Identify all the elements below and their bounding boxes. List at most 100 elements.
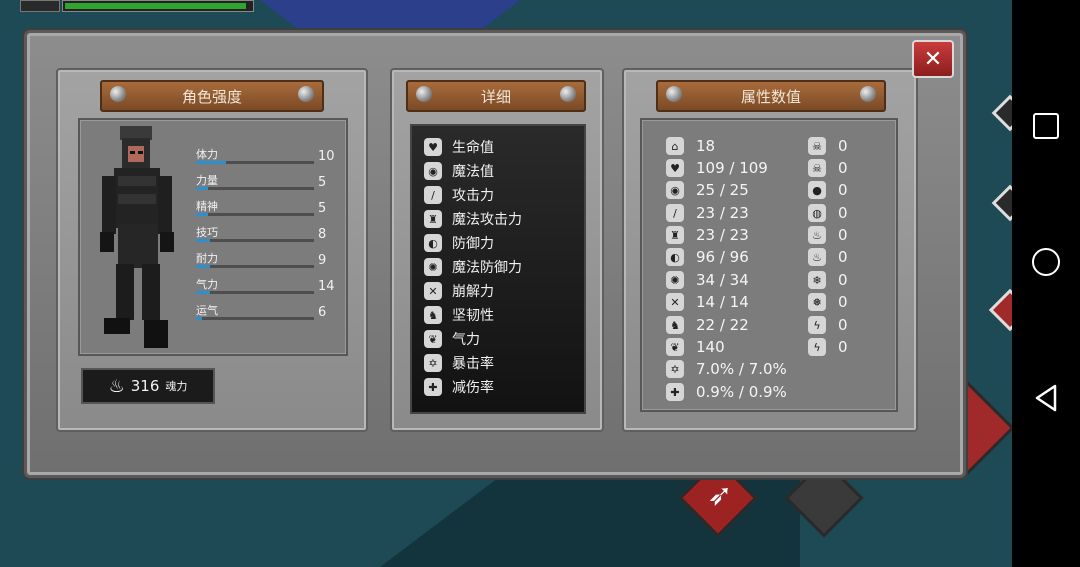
helmet-icon: ♞ — [666, 316, 684, 334]
detail-item: ✚ 减伤率 — [424, 376, 494, 398]
character-figure — [100, 126, 174, 348]
resistance-row: ● 0 — [808, 180, 848, 200]
fire-icon: ♨ — [808, 226, 826, 244]
attribute-row: ✕ 14 / 14 — [666, 292, 749, 312]
back-button[interactable] — [1026, 378, 1066, 418]
detail-item: / 攻击力 — [424, 184, 494, 206]
hp-bar-fill — [65, 3, 246, 9]
stat-bar — [196, 187, 314, 190]
helmet-icon: ♞ — [424, 306, 442, 324]
stat-bar — [196, 291, 314, 294]
close-button[interactable]: ✕ — [912, 40, 954, 78]
detail-item: ♜ 魔法攻击力 — [424, 208, 522, 230]
badge-icon: ✚ — [666, 383, 684, 401]
stat-bar — [196, 265, 314, 268]
badge-icon: ✚ — [424, 378, 442, 396]
resistance-row: ☠ 0 — [808, 136, 848, 156]
detail-item: ♞ 坚韧性 — [424, 304, 494, 326]
sword-icon: / — [424, 186, 442, 204]
drop-icon: ● — [808, 181, 826, 199]
stat-row: 运气 6 — [196, 304, 327, 320]
snowflake-icon: ❄ — [808, 271, 826, 289]
castle-icon: ♜ — [424, 210, 442, 228]
square-icon — [1033, 113, 1059, 139]
flame-icon: ♨ — [108, 375, 125, 397]
hp-bar — [62, 0, 254, 12]
resistance-row: ϟ0 — [808, 315, 848, 335]
stat-bar-fill — [196, 187, 208, 190]
stat-bar-fill — [196, 265, 211, 268]
stat-bar — [196, 161, 314, 164]
detail-item: ✺ 魔法防御力 — [424, 256, 522, 278]
rivet-icon — [560, 86, 576, 102]
rivet-icon — [110, 86, 126, 102]
stat-bar-fill — [196, 161, 226, 164]
stat-row: 技巧 8 — [196, 226, 327, 242]
resistance-row: ☠ 0 — [808, 158, 848, 178]
attribute-row: ◉ 25 / 25 — [666, 180, 749, 200]
stat-bar-fill — [196, 317, 202, 320]
resistance-row: ❄ 0 — [808, 270, 848, 290]
lungs-icon: ❦ — [424, 330, 442, 348]
detail-panel-title: 详细 — [406, 80, 586, 112]
star-icon: ✡ — [424, 354, 442, 372]
detail-item: ❦ 气力 — [424, 328, 480, 350]
stat-row: 体力 10 — [196, 148, 335, 164]
home-button[interactable] — [1026, 242, 1066, 282]
sword-icon: / — [666, 204, 684, 222]
resistance-row: ϟ0 — [808, 337, 848, 357]
back-triangle-icon — [1035, 384, 1057, 412]
fire-slash-icon: ♨ — [808, 248, 826, 266]
magic-shield-icon: ✺ — [666, 271, 684, 289]
magic-shield-icon: ✺ — [424, 258, 442, 276]
stat-bar — [196, 213, 314, 216]
lungs-icon: ❦ — [666, 338, 684, 356]
stat-row: 气力 14 — [196, 278, 335, 294]
brain-icon: ◉ — [666, 181, 684, 199]
lightning-icon: ϟ — [808, 316, 826, 334]
detail-item: ✡ 暴击率 — [424, 352, 494, 374]
lightning-slash-icon: ϟ — [808, 338, 826, 356]
attribute-row: ⌂ 18 — [666, 136, 715, 156]
detail-item: ◐ 防御力 — [424, 232, 494, 254]
attribute-row: ♥ 109 / 109 — [666, 158, 768, 178]
brain-icon: ◉ — [424, 162, 442, 180]
attribute-row: ❦ 140 — [666, 337, 725, 357]
crossed-swords-icon: ✕ — [666, 293, 684, 311]
rivet-icon — [860, 86, 876, 102]
close-icon: ✕ — [923, 46, 943, 72]
attribute-row: ✺ 34 / 34 — [666, 270, 749, 290]
stat-row: 耐力 9 — [196, 252, 327, 268]
stat-bar — [196, 239, 314, 242]
resistance-row: ❅ 0 — [808, 292, 848, 312]
souls-display: ♨ 316 魂力 — [81, 368, 215, 404]
attribute-row: ✚ 0.9% / 0.9% — [666, 382, 787, 402]
attribute-row: ♞ 22 / 22 — [666, 315, 749, 335]
crossed-swords-icon: ✕ — [424, 282, 442, 300]
drop-slash-icon: ◍ — [808, 204, 826, 222]
recent-apps-button[interactable] — [1026, 106, 1066, 146]
detail-item: ♥ 生命值 — [424, 136, 494, 158]
shield-icon: ◐ — [424, 234, 442, 252]
stat-bar-fill — [196, 239, 211, 242]
stat-bar — [196, 317, 314, 320]
detail-item: ◉ 魔法值 — [424, 160, 494, 182]
circle-icon — [1032, 248, 1060, 276]
resistance-row: ◍ 0 — [808, 203, 848, 223]
heart-icon: ♥ — [666, 159, 684, 177]
shield-icon: ◐ — [666, 248, 684, 266]
dash-icon: ➶ — [707, 478, 733, 513]
attribute-row: ◐ 96 / 96 — [666, 247, 749, 267]
rivet-icon — [416, 86, 432, 102]
detail-item: ✕ 崩解力 — [424, 280, 494, 302]
system-navigation-bar — [1012, 0, 1080, 567]
castle-icon: ♜ — [666, 226, 684, 244]
hud-portrait — [20, 0, 60, 12]
character-panel-title: 角色强度 — [100, 80, 324, 112]
star-icon: ✡ — [666, 360, 684, 378]
attribute-row: ♜ 23 / 23 — [666, 225, 749, 245]
stat-row: 精神 5 — [196, 200, 327, 216]
stat-bar-fill — [196, 291, 211, 294]
skull-icon: ☠ — [808, 137, 826, 155]
resistance-row: ♨ 0 — [808, 247, 848, 267]
